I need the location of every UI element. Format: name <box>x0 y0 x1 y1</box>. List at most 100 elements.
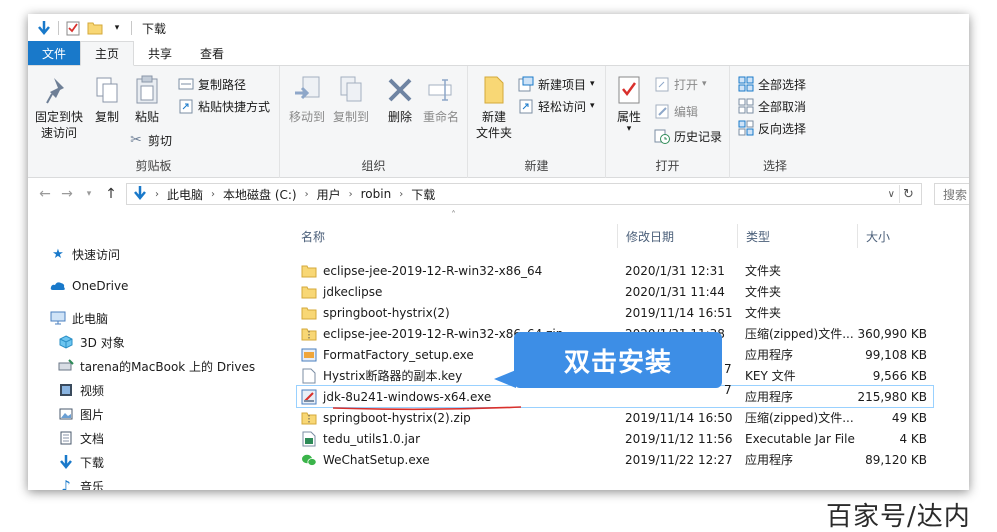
sidebar-item-label: 文档 <box>80 431 105 446</box>
new-folder-big-icon <box>479 74 509 106</box>
file-size: 9,566 KB <box>872 368 927 383</box>
copy-path-button[interactable]: 复制路径 <box>178 74 246 94</box>
tab-home[interactable]: 主页 <box>80 41 135 66</box>
properties-check-icon[interactable] <box>65 20 81 36</box>
path-box[interactable]: › 此电脑 › 本地磁盘 (C:) › 用户 › robin › 下载 ∨ ↻ <box>126 183 922 205</box>
file-row[interactable]: WeChatSetup.exe 2019/11/22 12:27 应用程序 89,12… <box>297 449 933 470</box>
file-name-cell: jdkeclipse <box>301 281 621 302</box>
new-folder-label-line1: 新建 <box>481 110 506 124</box>
forward-arrow-icon[interactable]: → <box>56 183 78 205</box>
refresh-icon[interactable]: ↻ <box>899 185 917 203</box>
watermark: 百家号/达内 <box>826 502 971 532</box>
file-name: jdk-8u241-windows-x64.exe <box>323 389 492 404</box>
callout-pointer <box>494 370 516 388</box>
breadcrumb-downloads[interactable]: 下载 <box>411 186 435 203</box>
column-header-name[interactable]: 名称 <box>293 224 617 248</box>
sidebar-item-videos[interactable]: 视频 <box>58 380 104 400</box>
sidebar-item-onedrive[interactable]: OneDrive <box>50 276 128 296</box>
open-button[interactable]: 打开 ▾ <box>654 74 707 94</box>
sidebar-item-label: 音乐 <box>80 479 105 491</box>
tab-share[interactable]: 共享 <box>134 41 186 65</box>
breadcrumb-local-disk[interactable]: 本地磁盘 (C:) <box>223 186 297 203</box>
column-header-type[interactable]: 类型 <box>737 224 857 248</box>
folder-icon <box>301 263 317 279</box>
select-all-button[interactable]: 全部选择 <box>738 74 806 94</box>
sidebar-item-downloads[interactable]: 下载 <box>58 452 104 472</box>
pin-to-quick-access-button[interactable]: 固定到快 速访问 <box>32 74 86 141</box>
paste-shortcut-button[interactable]: 粘贴快捷方式 <box>178 96 270 116</box>
quick-access-down-arrow-icon[interactable] <box>36 20 52 36</box>
new-group-label: 新建 <box>524 159 549 173</box>
breadcrumb-this-pc[interactable]: 此电脑 <box>167 186 203 203</box>
sidebar-item-quick-access[interactable]: ★ 快速访问 <box>50 244 120 264</box>
date-fragment: 7 <box>724 382 732 397</box>
copy-label: 复制 <box>94 110 119 124</box>
file-size <box>857 260 927 281</box>
customize-toolbar-chevron-icon[interactable]: ▾ <box>109 20 125 36</box>
edit-button[interactable]: 编辑 <box>654 101 698 121</box>
cut-button[interactable]: ✂ 剪切 <box>128 130 172 150</box>
paste-shortcut-label: 粘贴快捷方式 <box>198 99 271 114</box>
column-header-size[interactable]: 大小 <box>857 224 937 248</box>
address-history-chevron-icon[interactable]: ∨ <box>888 189 895 200</box>
tab-view[interactable]: 查看 <box>186 41 238 65</box>
file-type: Executable Jar File <box>745 431 855 446</box>
properties-icon <box>614 74 644 106</box>
history-button[interactable]: 历史记录 <box>654 126 722 146</box>
select-none-button[interactable]: 全部取消 <box>738 96 806 116</box>
new-folder-icon[interactable] <box>87 20 103 36</box>
sidebar-item-this-pc[interactable]: 此电脑 <box>50 308 108 328</box>
breadcrumb-robin[interactable]: robin <box>361 187 392 201</box>
file-row[interactable]: jdk-8u241-windows-x64.exe 应用程序 215,980 KB <box>296 385 934 408</box>
downloads-location-icon <box>133 185 147 204</box>
tab-file[interactable]: 文件 <box>28 41 80 65</box>
sidebar-item-label: 快速访问 <box>72 247 121 262</box>
file-row[interactable]: jdkeclipse 2020/1/31 11:44 文件夹 <box>297 281 933 302</box>
paste-button[interactable]: 粘贴 <box>130 74 164 125</box>
copy-icon <box>92 74 122 106</box>
file-type: 应用程序 <box>745 348 794 362</box>
sidebar-item-label: OneDrive <box>72 279 129 293</box>
file-row[interactable]: eclipse-jee-2019-12-R-win32-x86_64 2020/1… <box>297 260 933 281</box>
zip-icon <box>301 410 317 426</box>
file-row[interactable]: springboot-hystrix(2) 2019/11/14 16:51 文件夹 <box>297 302 933 323</box>
rename-button[interactable]: 重命名 <box>418 74 464 125</box>
column-header-date[interactable]: 修改日期 <box>617 224 737 248</box>
invert-selection-label: 反向选择 <box>758 121 807 136</box>
organize-group-label: 组织 <box>361 159 386 173</box>
invert-selection-button[interactable]: 反向选择 <box>738 118 806 138</box>
move-to-label: 移动到 <box>288 110 325 124</box>
sidebar-item-pictures[interactable]: 图片 <box>58 404 104 424</box>
file-type: 文件夹 <box>745 306 782 320</box>
rename-icon <box>426 74 456 106</box>
file-name: Hystrix断路器的副本.key <box>323 369 463 383</box>
file-type: 应用程序 <box>745 390 794 404</box>
copy-button[interactable]: 复制 <box>90 74 124 125</box>
file-size: 89,120 KB <box>865 452 927 467</box>
sidebar-item-documents[interactable]: 文档 <box>58 428 104 448</box>
history-label: 历史记录 <box>674 129 723 144</box>
sidebar-item-music[interactable]: ♪ 音乐 <box>58 476 104 490</box>
file-row[interactable]: tedu_utils1.0.jar 2019/11/12 11:56 Executa… <box>297 428 933 449</box>
properties-button[interactable]: 属性 ▾ <box>612 74 646 134</box>
move-to-button[interactable]: 移动到 <box>284 74 330 125</box>
sidebar-item-label: 此电脑 <box>72 311 109 326</box>
easy-access-button[interactable]: 轻松访问 ▾ <box>518 96 595 116</box>
sidebar-item-macbook-drives[interactable]: tarena的MacBook 上的 Drives <box>58 356 255 376</box>
back-arrow-icon[interactable]: ← <box>34 183 56 205</box>
sidebar-item-3d-objects[interactable]: 3D 对象 <box>58 332 125 352</box>
title-bar: ▾ 下载 <box>28 14 969 42</box>
search-input[interactable]: 搜索 <box>934 183 969 205</box>
breadcrumb-users[interactable]: 用户 <box>317 186 341 203</box>
breadcrumb-separator-icon: › <box>304 188 309 200</box>
new-folder-button[interactable]: 新建 文件夹 <box>472 74 516 141</box>
address-bar: ← → ▾ ↑ › 此电脑 › 本地磁盘 (C:) › 用户 › robin ›… <box>28 178 969 210</box>
new-item-button[interactable]: 新建项目 ▾ <box>518 74 595 94</box>
invert-selection-icon <box>738 120 754 136</box>
open-label: 打开 <box>674 77 699 92</box>
file-size <box>857 281 927 302</box>
up-arrow-icon[interactable]: ↑ <box>100 183 122 205</box>
copy-to-button[interactable]: 复制到 <box>328 74 374 125</box>
delete-button[interactable]: 删除 <box>382 74 418 125</box>
recent-locations-chevron-icon[interactable]: ▾ <box>78 183 100 205</box>
